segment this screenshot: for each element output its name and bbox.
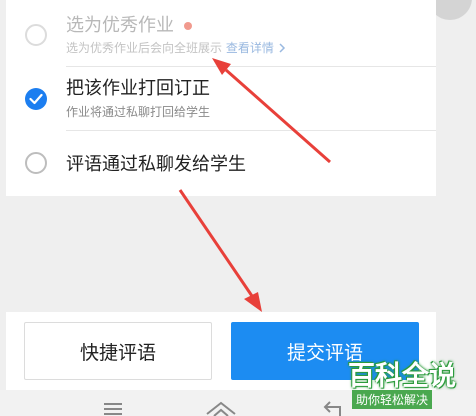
watermark-subtitle: 助你轻松解决 [352, 390, 433, 409]
homework-options-card: 选为优秀作业 选为优秀作业后会向全班展示 查看详情 把该作业打回订正 作业将通过… [6, 0, 436, 196]
option-excellent-homework[interactable]: 选为优秀作业 选为优秀作业后会向全班展示 查看详情 [6, 0, 436, 66]
home-icon[interactable] [204, 400, 238, 416]
back-icon[interactable] [322, 400, 344, 416]
menu-icon[interactable] [103, 402, 123, 416]
option-subtitle: 作业将通过私聊打回给学生 [66, 105, 211, 119]
annotation-arrow-bottom [178, 189, 254, 297]
view-details-link[interactable]: 查看详情 [226, 41, 286, 55]
checkmark-icon [29, 93, 43, 105]
annotation-arrowhead-bottom [244, 292, 262, 312]
radio-excellent-homework[interactable] [25, 24, 47, 46]
radio-return-for-correction[interactable] [25, 88, 47, 110]
option-send-via-private-chat[interactable]: 评语通过私聊发给学生 [6, 130, 436, 196]
watermark-title: 百科全说 [348, 361, 456, 392]
watermark-logo: 百科全说 助你轻松解决 [346, 352, 472, 412]
option-title: 选为优秀作业 [66, 15, 174, 36]
option-title: 把该作业打回订正 [66, 78, 210, 99]
option-title: 评语通过私聊发给学生 [66, 154, 246, 175]
option-subtitle: 选为优秀作业后会向全班展示 [66, 41, 223, 55]
new-dot-icon [184, 22, 192, 30]
option-return-for-correction[interactable]: 把该作业打回订正 作业将通过私聊打回给学生 [6, 66, 436, 130]
chevron-right-icon [279, 43, 285, 53]
quick-comment-button[interactable]: 快捷评语 [24, 322, 212, 380]
radio-send-via-private-chat[interactable] [25, 152, 47, 174]
screen: 选为优秀作业 选为优秀作业后会向全班展示 查看详情 把该作业打回订正 作业将通过… [0, 0, 476, 416]
